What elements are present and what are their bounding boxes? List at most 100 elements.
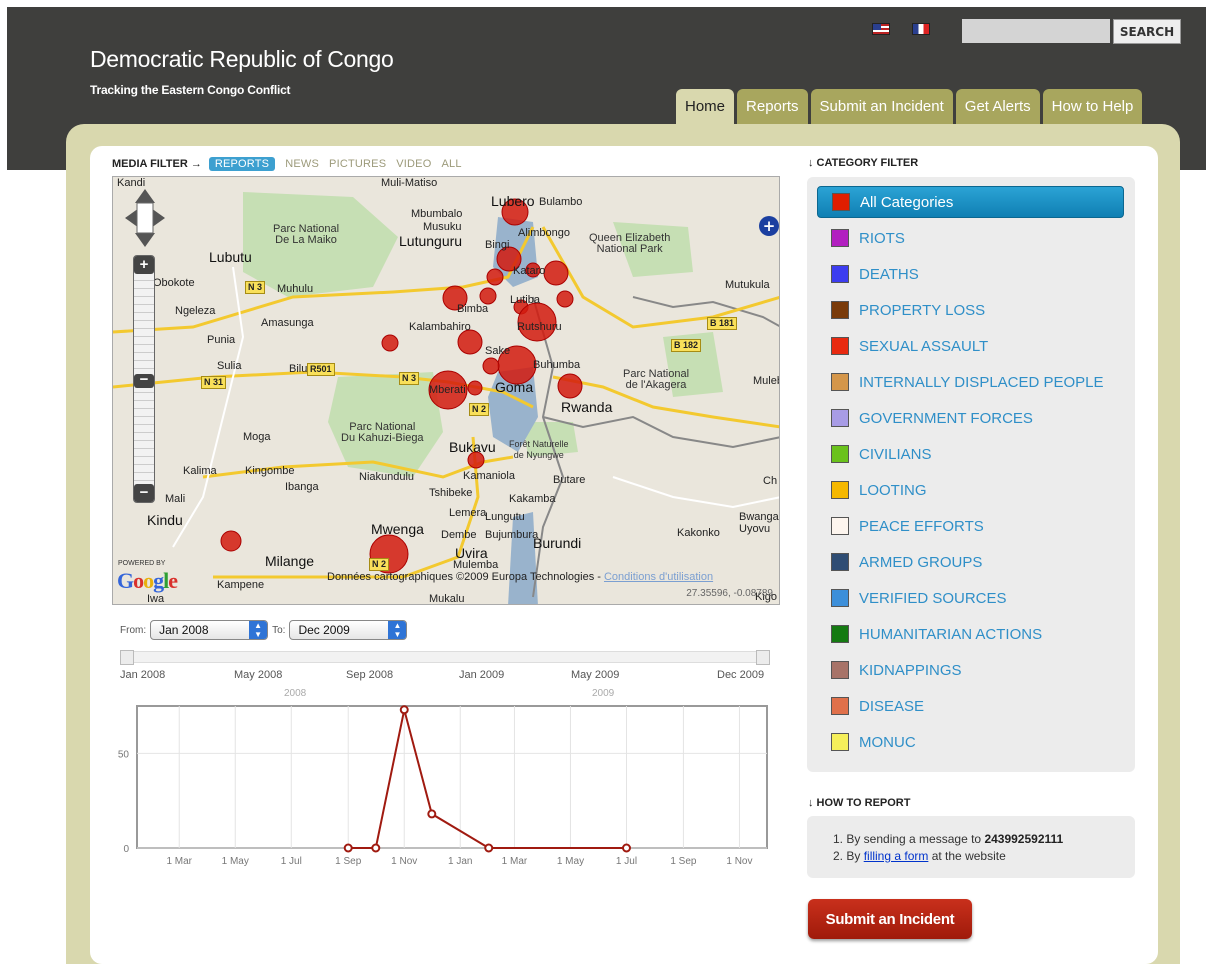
category-item[interactable]: CIVILIANS	[817, 438, 1124, 470]
tab-submit-incident[interactable]: Submit an Incident	[810, 89, 953, 125]
pan-down-icon[interactable]	[135, 233, 155, 247]
tab-reports[interactable]: Reports	[737, 89, 808, 125]
search-button[interactable]: SEARCH	[1113, 19, 1181, 44]
tab-get-alerts[interactable]: Get Alerts	[955, 89, 1040, 125]
road-shield: R501	[307, 363, 335, 376]
map-place-label: Kataro	[513, 265, 546, 277]
map-place-label: Burundi	[533, 535, 582, 551]
france-flag-icon[interactable]	[912, 23, 930, 35]
chart-x-tick-label: 1 Jan	[448, 856, 472, 867]
chart-data-point	[371, 843, 381, 853]
zoom-out-icon[interactable]: −	[134, 484, 154, 502]
chart-x-tick-label: 1 May	[222, 856, 249, 867]
category-label: HUMANITARIAN ACTIONS	[859, 625, 1043, 643]
category-item[interactable]: DEATHS	[817, 258, 1124, 290]
map-place-label: Amasunga	[261, 317, 314, 329]
incident-marker[interactable]	[479, 287, 497, 305]
category-item[interactable]: PEACE EFFORTS	[817, 510, 1124, 542]
category-item[interactable]: LOOTING	[817, 474, 1124, 506]
map-place-label: Bimba	[457, 303, 489, 315]
from-date-value: Jan 2008	[159, 623, 209, 637]
category-item[interactable]: INTERNALLY DISPLACED PEOPLE	[817, 366, 1124, 398]
us-flag-icon[interactable]	[872, 23, 890, 35]
category-item[interactable]: ARMED GROUPS	[817, 546, 1124, 578]
category-item[interactable]: PROPERTY LOSS	[817, 294, 1124, 326]
category-item[interactable]: HUMANITARIAN ACTIONS	[817, 618, 1124, 650]
zoom-handle[interactable]: −	[134, 372, 154, 388]
how-to-report-heading: ↓ HOW TO REPORT	[808, 797, 911, 809]
incident-marker[interactable]	[556, 290, 574, 308]
category-item[interactable]: DISEASE	[817, 690, 1124, 722]
road-shield: N 3	[245, 281, 266, 294]
category-item[interactable]: All Categories	[817, 186, 1124, 218]
tab-home[interactable]: Home	[676, 89, 735, 125]
incident-marker[interactable]	[220, 530, 242, 552]
pan-up-icon[interactable]	[135, 189, 155, 203]
to-date-value: Dec 2009	[298, 623, 350, 637]
year-label: 2008	[284, 688, 307, 699]
incident-marker[interactable]	[486, 268, 504, 286]
slider-tick-label: May 2009	[571, 669, 620, 681]
road-shield: N 2	[469, 403, 490, 416]
category-item[interactable]: SEXUAL ASSAULT	[817, 330, 1124, 362]
incident-marker[interactable]	[482, 357, 500, 375]
filling-form-link[interactable]: filling a form	[864, 849, 929, 863]
incident-marker[interactable]	[381, 334, 399, 352]
map-place-label: Bukavu	[449, 439, 496, 455]
map-place-label: Lutiba	[510, 294, 540, 306]
map-zoom-slider[interactable]: + − −	[133, 255, 155, 503]
map-place-label: Mali	[165, 493, 186, 505]
incident-marker[interactable]	[467, 380, 483, 396]
incident-map[interactable]: Kandi Muli-Matiso Lubero Bulambo Mbumbal…	[112, 176, 780, 605]
map-place-label: Punia	[207, 334, 236, 346]
category-label: RIOTS	[859, 229, 905, 247]
map-place-label: Kalima	[183, 465, 217, 477]
chart-x-tick-label: 1 Jul	[281, 856, 302, 867]
tab-how-to-help[interactable]: How to Help	[1042, 89, 1143, 125]
road-minor-east	[612, 476, 779, 509]
map-place-label: Bwanga	[739, 511, 779, 523]
to-date-select[interactable]: Dec 2009 ▲ ▼	[289, 620, 408, 640]
category-item[interactable]: RIOTS	[817, 222, 1124, 254]
category-swatch-icon	[831, 265, 849, 283]
pan-center-icon[interactable]	[136, 202, 154, 234]
incident-marker[interactable]	[543, 260, 569, 286]
svg-text:+: +	[763, 217, 776, 235]
chart-data-point	[427, 809, 437, 819]
site-title[interactable]: Democratic Republic of Congo	[90, 46, 394, 73]
media-filter-news[interactable]: NEWS	[285, 158, 319, 170]
category-swatch-icon	[831, 481, 849, 499]
category-item[interactable]: KIDNAPPINGS	[817, 654, 1124, 686]
main-nav: Home Reports Submit an Incident Get Aler…	[676, 89, 1145, 125]
select-arrows-icon: ▲ ▼	[388, 621, 407, 639]
media-filter-reports[interactable]: REPORTS	[208, 157, 276, 171]
incident-marker[interactable]	[557, 373, 583, 399]
chart-x-tick-label: 1 Nov	[391, 856, 417, 867]
category-item[interactable]: VERIFIED SOURCES	[817, 582, 1124, 614]
media-filter-pictures[interactable]: PICTURES	[329, 158, 386, 170]
map-place-label: Iwa	[147, 593, 165, 605]
map-place-label: Bingi	[485, 239, 510, 251]
slider-tick-label: Dec 2009	[717, 669, 765, 681]
chart-x-tick-label: 1 Mar	[502, 856, 528, 867]
slider-start-handle[interactable]	[120, 650, 134, 665]
select-arrows-icon: ▲ ▼	[249, 621, 268, 639]
map-place-label: Alimbongo	[518, 227, 570, 239]
incident-marker[interactable]	[457, 329, 483, 355]
slider-end-handle[interactable]	[756, 650, 770, 665]
map-layer-plus-icon[interactable]: +	[758, 215, 780, 237]
conditions-link[interactable]: Conditions d'utilisation	[604, 571, 713, 583]
from-date-select[interactable]: Jan 2008 ▲ ▼	[150, 620, 269, 640]
map-place-label: Muhulu	[277, 283, 314, 295]
map-place-label: Kakonko	[677, 527, 720, 539]
zoom-in-icon[interactable]: +	[134, 256, 154, 274]
timeline-slider[interactable]	[120, 650, 770, 665]
submit-incident-button[interactable]: Submit an Incident	[808, 899, 972, 939]
search-input[interactable]	[962, 19, 1110, 43]
category-item[interactable]: GOVERNMENT FORCES	[817, 402, 1124, 434]
category-swatch-icon	[831, 301, 849, 319]
category-item[interactable]: MONUC	[817, 726, 1124, 758]
media-filter-all[interactable]: ALL	[441, 158, 461, 170]
media-filter-video[interactable]: VIDEO	[396, 158, 431, 170]
map-pan-control[interactable]	[123, 187, 167, 249]
